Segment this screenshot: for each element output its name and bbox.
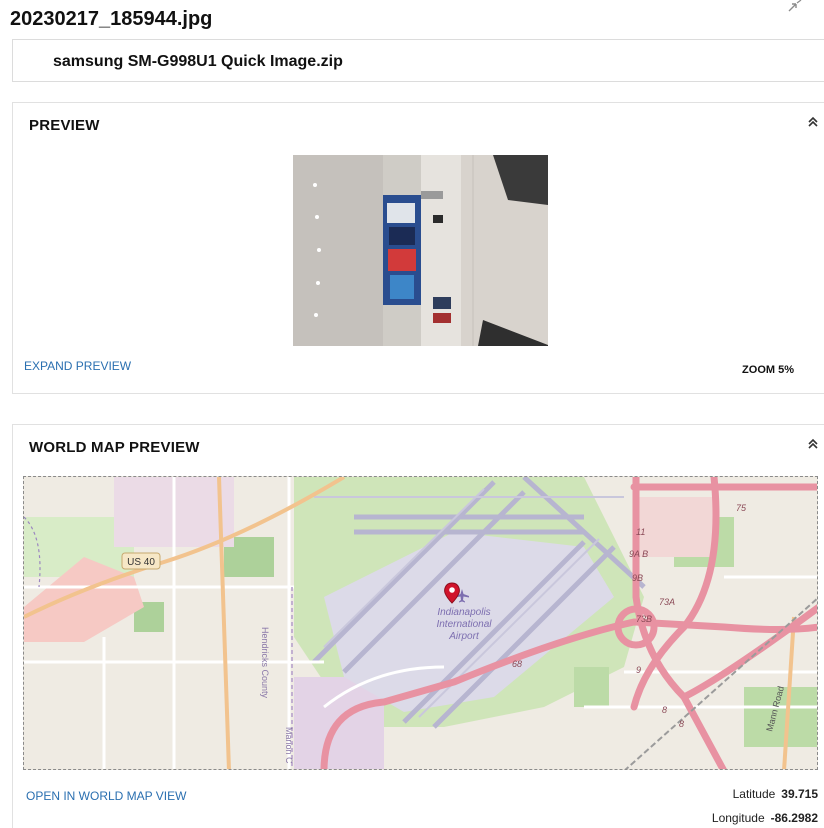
exit-label: 73B — [636, 614, 652, 624]
longitude-label: Longitude — [711, 811, 765, 825]
exit-label: 68 — [512, 659, 522, 669]
world-map[interactable]: US 40 Hendricks County Marion C Indianap… — [23, 476, 818, 770]
airport-label: Airport — [448, 631, 480, 642]
exit-label: 9A B — [629, 549, 648, 559]
longitude-row: Longitude -86.2982 — [712, 811, 818, 825]
latitude-row: Latitude 39.715 — [733, 787, 818, 801]
preview-photo — [293, 155, 548, 346]
resize-icon[interactable] — [787, 0, 803, 12]
airport-label: International — [436, 619, 492, 630]
exit-label: 75 — [736, 503, 747, 513]
open-world-map-link[interactable]: OPEN IN WORLD MAP VIEW — [26, 789, 186, 803]
zoom-level: ZOOM 5% — [742, 364, 794, 376]
longitude-value: -86.2982 — [770, 811, 818, 825]
preview-panel: PREVIEW EXPAND PREVIEW ZOOM 5% — [12, 102, 824, 394]
source-container: samsung SM-G998U1 Quick Image.zip — [12, 39, 824, 82]
exit-label: 8 — [679, 719, 684, 729]
double-chevron-up-icon[interactable] — [806, 115, 820, 129]
county-label: Marion C — [284, 727, 294, 764]
latitude-label: Latitude — [732, 787, 776, 801]
route-shield-label: US 40 — [127, 557, 155, 568]
exit-label: 11 — [636, 527, 645, 537]
county-label: Hendricks County — [260, 627, 270, 699]
expand-preview-link[interactable]: EXPAND PREVIEW — [24, 359, 131, 373]
latitude-value: 39.715 — [781, 787, 818, 801]
world-map-panel-title: WORLD MAP PREVIEW — [29, 439, 200, 456]
exit-label: 73A — [659, 597, 675, 607]
double-chevron-up-icon[interactable] — [806, 437, 820, 451]
world-map-panel: WORLD MAP PREVIEW US 40 Hendricks County… — [12, 424, 824, 828]
file-title: 20230217_185944.jpg — [10, 8, 213, 30]
exit-label: 9B — [632, 573, 643, 583]
exit-label: 9 — [636, 665, 641, 675]
exit-label: 8 — [662, 705, 667, 715]
map-canvas: US 40 Hendricks County Marion C Indianap… — [24, 477, 817, 769]
airport-label: Indianapolis — [437, 607, 490, 618]
preview-panel-title: PREVIEW — [29, 117, 100, 134]
source-archive-name: samsung SM-G998U1 Quick Image.zip — [53, 53, 343, 70]
image-preview[interactable] — [293, 155, 548, 346]
